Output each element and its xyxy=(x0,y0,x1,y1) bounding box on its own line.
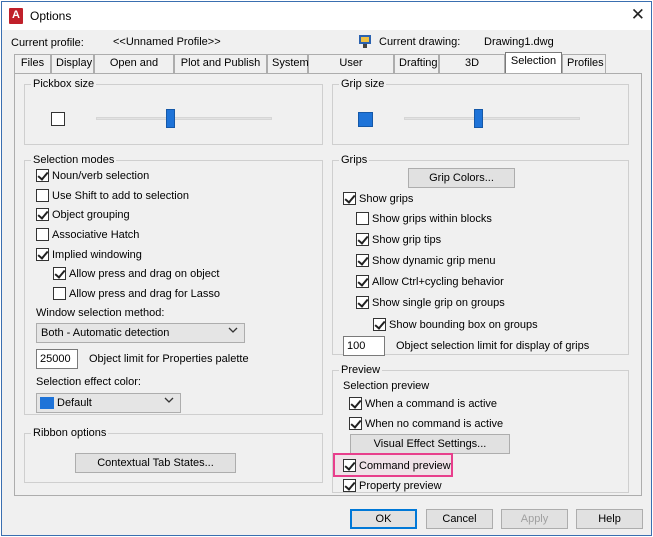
tab-display[interactable]: Display xyxy=(51,54,94,73)
tab-selection[interactable]: Selection xyxy=(505,52,562,73)
contextual-tab-states-button[interactable]: Contextual Tab States... xyxy=(75,453,236,473)
selection-tab-panel: Pickbox size Grip size Selection modes N… xyxy=(14,73,642,496)
show-grip-tips-label: Show grip tips xyxy=(372,234,442,246)
associative-hatch-label: Associative Hatch xyxy=(52,229,140,241)
implied-windowing-label: Implied windowing xyxy=(52,249,142,261)
ok-button[interactable]: OK xyxy=(350,509,417,529)
window-selection-method-dropdown[interactable]: Both - Automatic detection xyxy=(36,323,245,343)
press-drag-object-checkbox[interactable] xyxy=(53,267,66,280)
selection-modes-title: Selection modes xyxy=(31,154,117,166)
dynamic-grip-menu-checkbox[interactable] xyxy=(356,254,369,267)
preview-title: Preview xyxy=(339,364,383,376)
title-bar: A Options ✕ xyxy=(2,2,651,30)
tab-open-and-save[interactable]: Open and Save xyxy=(94,54,174,86)
grip-size-slider-thumb[interactable] xyxy=(474,109,484,128)
current-profile-value: <<Unnamed Profile>> xyxy=(113,36,221,48)
tab-3d-modeling[interactable]: 3D Modeling xyxy=(439,54,505,86)
use-shift-label: Use Shift to add to selection xyxy=(52,190,189,202)
grips-title: Grips xyxy=(339,154,370,166)
tab-files[interactable]: Files xyxy=(14,54,51,73)
selection-effect-color-value: Default xyxy=(57,397,92,409)
noun-verb-checkbox[interactable] xyxy=(36,169,49,182)
press-drag-object-label: Allow press and drag on object xyxy=(69,268,220,280)
implied-windowing-checkbox[interactable] xyxy=(36,248,49,261)
tab-plot-and-publish[interactable]: Plot and Publish xyxy=(174,54,267,73)
bounding-box-groups-checkbox[interactable] xyxy=(373,318,386,331)
pickbox-slider-track[interactable] xyxy=(96,117,272,120)
command-preview-label: Command preview xyxy=(359,460,451,472)
pickbox-size-title: Pickbox size xyxy=(31,78,97,90)
no-command-active-checkbox[interactable] xyxy=(349,417,362,430)
grip-selection-limit-input[interactable]: 100 xyxy=(343,336,385,356)
current-drawing-label: Current drawing: xyxy=(379,36,461,48)
grip-size-slider-track[interactable] xyxy=(404,117,580,120)
press-drag-lasso-checkbox[interactable] xyxy=(53,287,66,300)
grip-size-title: Grip size xyxy=(339,78,387,90)
selection-effect-color-dropdown[interactable]: Default xyxy=(36,393,181,413)
press-drag-lasso-label: Allow press and drag for Lasso xyxy=(69,288,221,300)
current-drawing-value: Drawing1.dwg xyxy=(484,36,554,48)
command-active-checkbox[interactable] xyxy=(349,397,362,410)
window-selection-method-label: Window selection method: xyxy=(36,307,165,319)
property-preview-checkbox[interactable] xyxy=(343,479,356,492)
ctrl-cycling-label: Allow Ctrl+cycling behavior xyxy=(372,276,504,288)
tab-profiles[interactable]: Profiles xyxy=(562,54,606,73)
bounding-box-groups-label: Show bounding box on groups xyxy=(389,319,538,331)
associative-hatch-checkbox[interactable] xyxy=(36,228,49,241)
visual-effect-settings-button[interactable]: Visual Effect Settings... xyxy=(350,434,510,454)
cancel-button[interactable]: Cancel xyxy=(426,509,493,529)
ribbon-options-title: Ribbon options xyxy=(31,427,109,439)
chevron-down-icon xyxy=(164,396,174,407)
apply-button[interactable]: Apply xyxy=(501,509,568,529)
use-shift-checkbox[interactable] xyxy=(36,189,49,202)
drawing-icon xyxy=(358,34,372,49)
show-grips-blocks-label: Show grips within blocks xyxy=(372,213,492,225)
autocad-app-icon: A xyxy=(9,8,23,24)
tab-user-preferences[interactable]: User Preferences xyxy=(308,54,394,86)
pickbox-slider-thumb[interactable] xyxy=(166,109,176,128)
object-limit-input[interactable]: 25000 xyxy=(36,349,78,369)
tab-drafting[interactable]: Drafting xyxy=(394,54,439,73)
show-grips-checkbox[interactable] xyxy=(343,192,356,205)
window-title: Options xyxy=(30,9,72,23)
tab-system[interactable]: System xyxy=(267,54,309,73)
selection-effect-color-label: Selection effect color: xyxy=(36,376,141,388)
noun-verb-label: Noun/verb selection xyxy=(52,170,150,182)
single-grip-groups-checkbox[interactable] xyxy=(356,296,369,309)
show-grips-blocks-checkbox[interactable] xyxy=(356,212,369,225)
object-grouping-label: Object grouping xyxy=(52,209,130,221)
current-profile-label: Current profile: xyxy=(11,37,84,49)
show-grips-label: Show grips xyxy=(359,193,414,205)
color-swatch xyxy=(40,397,54,409)
grip-selection-limit-label: Object selection limit for display of gr… xyxy=(396,340,590,352)
no-command-active-label: When no command is active xyxy=(365,418,504,430)
command-active-label: When a command is active xyxy=(365,398,498,410)
close-icon[interactable]: ✕ xyxy=(631,5,645,25)
single-grip-groups-label: Show single grip on groups xyxy=(372,297,505,309)
dynamic-grip-menu-label: Show dynamic grip menu xyxy=(372,255,496,267)
pickbox-preview xyxy=(51,112,65,126)
selection-preview-label: Selection preview xyxy=(343,380,430,392)
options-dialog: A Options ✕ Current profile: <<Unnamed P… xyxy=(1,1,652,536)
object-limit-label: Object limit for Properties palette xyxy=(89,353,249,365)
ctrl-cycling-checkbox[interactable] xyxy=(356,275,369,288)
grip-colors-button[interactable]: Grip Colors... xyxy=(408,168,515,188)
property-preview-label: Property preview xyxy=(359,480,442,492)
window-selection-method-value: Both - Automatic detection xyxy=(41,327,170,339)
grip-preview xyxy=(358,112,373,127)
chevron-down-icon xyxy=(228,326,238,337)
show-grip-tips-checkbox[interactable] xyxy=(356,233,369,246)
command-preview-checkbox[interactable] xyxy=(343,459,356,472)
help-button[interactable]: Help xyxy=(576,509,643,529)
object-grouping-checkbox[interactable] xyxy=(36,208,49,221)
